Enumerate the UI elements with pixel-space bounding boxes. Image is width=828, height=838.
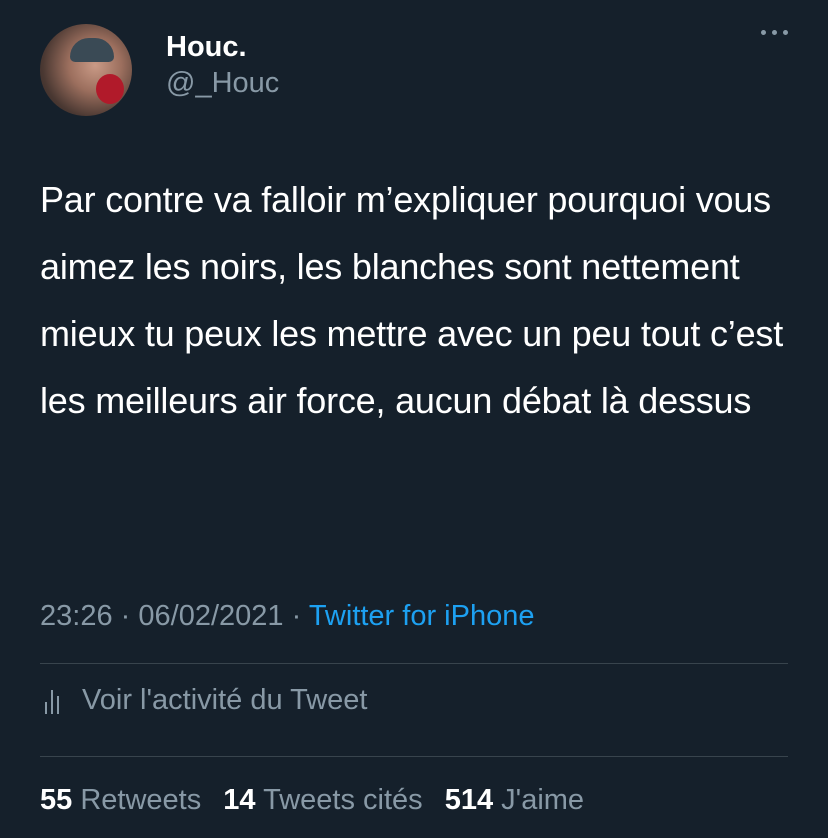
likes-label: J'aime — [501, 784, 585, 816]
tweet-stats: 55 Retweets 14 Tweets cités 514 J'aime — [40, 780, 598, 820]
author-display-name[interactable]: Houc. — [166, 30, 279, 64]
retweets-count: 55 — [40, 784, 73, 816]
avatar[interactable] — [40, 24, 132, 116]
tweet-activity-button[interactable]: Voir l'activité du Tweet — [44, 684, 367, 717]
retweets-stat[interactable]: 55 Retweets — [40, 784, 201, 816]
more-dot — [761, 30, 766, 35]
divider — [40, 756, 788, 757]
quotes-count: 14 — [223, 784, 256, 816]
tweet-text: Par contre va falloir m’expliquer pourqu… — [40, 179, 783, 421]
meta-separator: · — [291, 600, 302, 632]
tweet-meta: 23:26 · 06/02/2021 · Twitter for iPhone — [40, 596, 534, 636]
likes-stat[interactable]: 514 J'aime — [445, 784, 584, 816]
tweet-activity-label: Voir l'activité du Tweet — [82, 684, 368, 716]
quotes-label: Tweets cités — [263, 784, 423, 816]
more-dot — [772, 30, 777, 35]
avatar-hat-shape — [70, 38, 114, 62]
more-dot — [783, 30, 788, 35]
meta-separator: · — [120, 600, 131, 632]
bar-chart-icon — [45, 689, 59, 714]
author-names[interactable]: Houc. @_Houc — [166, 30, 279, 102]
avatar-glove-shape — [96, 74, 124, 104]
likes-count: 514 — [444, 784, 494, 816]
tweet-source-link[interactable]: Twitter for iPhone — [309, 600, 535, 632]
author-handle[interactable]: @_Houc — [166, 64, 279, 102]
quotes-stat[interactable]: 14 Tweets cités — [223, 784, 422, 816]
tweet-detail: Houc. @_Houc Par contre va falloir m’exp… — [0, 0, 828, 838]
tweet-header: Houc. @_Houc — [40, 24, 279, 116]
more-horizontal-icon[interactable] — [761, 30, 788, 35]
tweet-date[interactable]: 06/02/2021 — [138, 600, 283, 632]
retweets-label: Retweets — [80, 784, 202, 816]
divider — [40, 663, 788, 664]
tweet-time[interactable]: 23:26 — [40, 600, 113, 632]
